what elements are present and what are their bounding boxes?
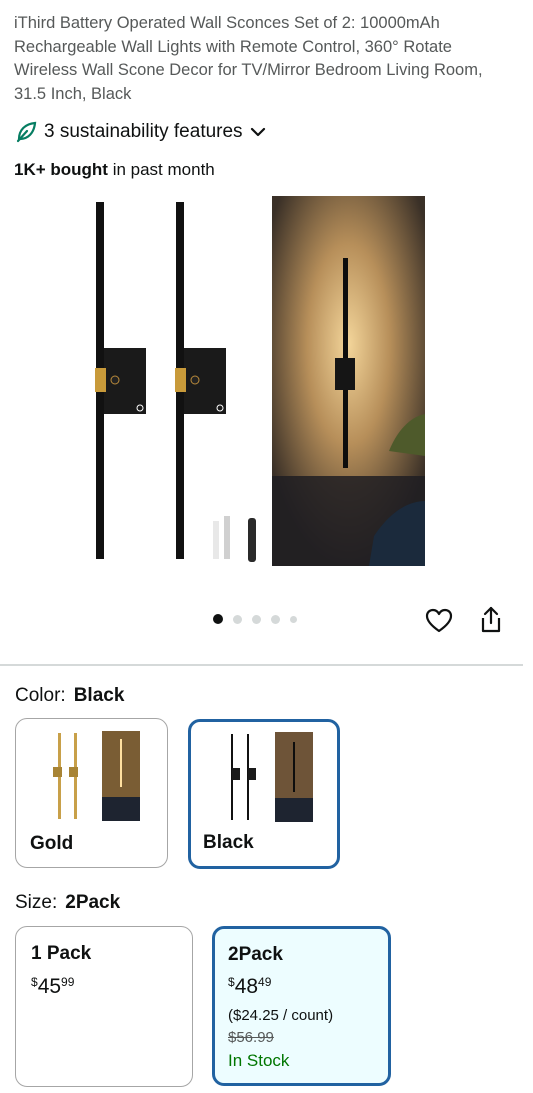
- gallery-dots: [213, 614, 297, 624]
- share-icon[interactable]: [476, 605, 506, 635]
- bought-count-suffix: in past month: [107, 160, 215, 179]
- product-title: iThird Battery Operated Wall Sconces Set…: [14, 14, 483, 103]
- color-option-gold-label: Gold: [30, 833, 74, 854]
- product-image[interactable]: [84, 196, 429, 571]
- heart-icon[interactable]: [424, 606, 454, 636]
- price-symbol: $: [31, 975, 38, 989]
- gallery-dot-5[interactable]: [290, 615, 297, 623]
- size-label-text: Size:: [15, 892, 58, 913]
- chevron-down-icon: [250, 127, 265, 137]
- price-symbol: $: [228, 975, 235, 989]
- size-option-2pack-label: 2Pack: [228, 944, 283, 965]
- size-option-2pack-price: $ 48 49: [228, 975, 271, 999]
- price-fraction: 49: [258, 975, 272, 989]
- gallery-dot-4[interactable]: [271, 614, 280, 624]
- unit-price: ($24.25 / count): [228, 1007, 334, 1024]
- size-option-1-pack[interactable]: 1 Pack $ 45 99: [15, 926, 193, 1087]
- sustainability-features-link[interactable]: 3 sustainability features: [14, 120, 267, 144]
- gallery-dot-3[interactable]: [252, 614, 261, 624]
- color-option-black-label: Black: [203, 832, 254, 853]
- bought-count-value: 1K+ bought: [14, 160, 108, 179]
- price-whole: 48: [234, 975, 259, 998]
- color-option-gold[interactable]: Gold: [15, 718, 168, 868]
- color-label: Color: Black: [15, 685, 124, 707]
- size-option-2pack[interactable]: 2Pack $ 48 49 ($24.25 / count) $56.99 In…: [212, 926, 391, 1086]
- section-divider: [0, 664, 523, 666]
- color-option-black[interactable]: Black: [188, 719, 340, 869]
- size-selected-value: 2Pack: [65, 892, 121, 913]
- leaf-icon: [16, 121, 37, 143]
- black-lamp-thumbnail: [231, 732, 313, 822]
- color-label-text: Color:: [15, 685, 66, 706]
- gallery-dot-2[interactable]: [233, 614, 242, 624]
- size-label: Size: 2Pack: [15, 892, 120, 914]
- price-whole: 45: [37, 975, 62, 998]
- gold-lamp-thumbnail: [53, 731, 140, 821]
- price-fraction: 99: [61, 975, 75, 989]
- availability-status: In Stock: [228, 1051, 290, 1070]
- color-selected-value: Black: [73, 685, 125, 706]
- size-option-1-pack-label: 1 Pack: [31, 943, 92, 964]
- gallery-dot-1[interactable]: [213, 614, 223, 624]
- list-price: $56.99: [228, 1029, 274, 1046]
- size-option-1-pack-price: $ 45 99: [31, 975, 74, 999]
- sustainability-label: 3 sustainability features: [44, 121, 243, 142]
- bought-count: 1K+ bought in past month: [14, 160, 215, 180]
